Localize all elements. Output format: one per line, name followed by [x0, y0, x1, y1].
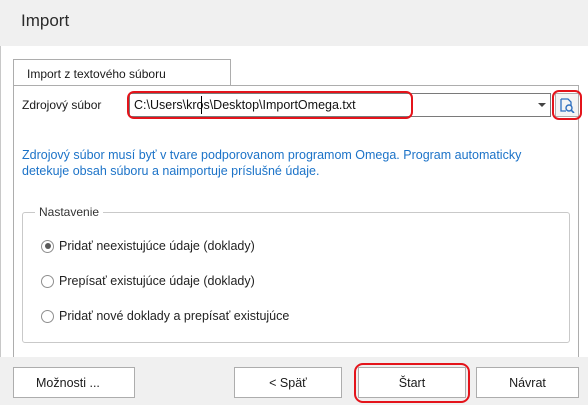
folder-search-icon [560, 98, 575, 113]
dialog-header: Import [0, 0, 588, 46]
options-button[interactable]: Možnosti ... [13, 367, 135, 398]
chevron-down-icon[interactable] [533, 94, 550, 116]
radio-button[interactable] [41, 274, 54, 288]
radio-add-missing[interactable]: Pridať neexistujúce údaje (doklady) [41, 237, 255, 255]
tab-import-text-file[interactable]: Import z textového súboru [13, 59, 231, 86]
radio-label: Pridať nové doklady a prepísať existujúc… [59, 309, 290, 323]
tab-label: Import z textového súboru [27, 67, 166, 81]
browse-button[interactable] [555, 93, 579, 117]
radio-label: Pridať neexistujúce údaje (doklady) [59, 239, 255, 253]
start-button[interactable]: Štart [358, 367, 466, 398]
return-button[interactable]: Návrat [476, 367, 579, 398]
radio-button[interactable] [41, 309, 54, 323]
info-text: Zdrojový súbor musí byť v tvare podporov… [22, 148, 522, 178]
radio-add-new-and-overwrite[interactable]: Pridať nové doklady a prepísať existujúc… [41, 307, 289, 325]
radio-label: Prepísať existujúce údaje (doklady) [59, 274, 255, 288]
dialog-title: Import [21, 11, 70, 30]
radio-overwrite-existing[interactable]: Prepísať existujúce údaje (doklady) [41, 272, 255, 290]
back-button[interactable]: < Späť [234, 367, 342, 398]
source-file-combobox[interactable]: C:\Users\kros\Desktop\ImportOmega.txt [129, 93, 551, 117]
source-file-input[interactable]: C:\Users\kros\Desktop\ImportOmega.txt [134, 98, 356, 112]
text-cursor [201, 96, 202, 114]
radio-button-checked[interactable] [41, 239, 54, 253]
settings-legend: Nastavenie [35, 205, 104, 219]
source-file-label: Zdrojový súbor [22, 98, 102, 112]
dialog-left-border [0, 46, 1, 405]
